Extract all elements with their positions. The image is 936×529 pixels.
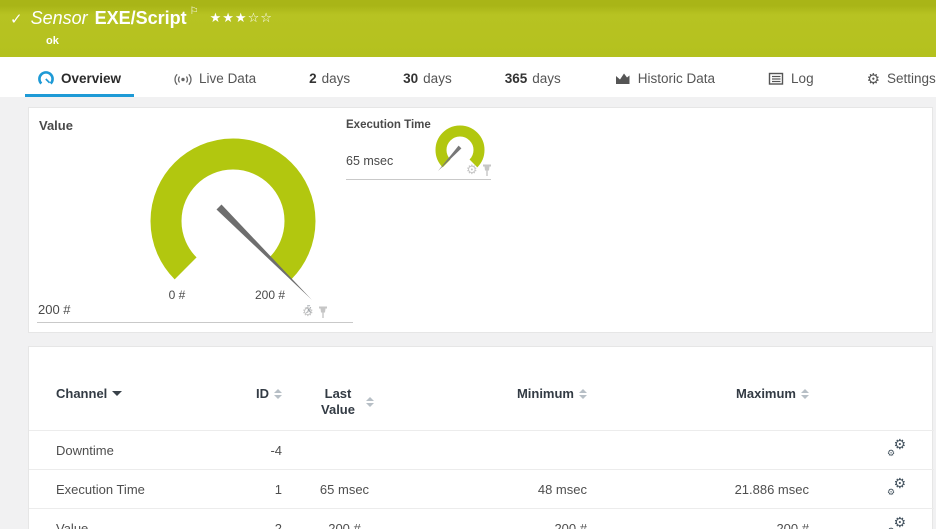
live-data-icon [174,71,192,87]
channel-name: Execution Time [29,469,234,510]
execution-time-block-divider [346,179,491,180]
tab-label: Settings [887,71,936,86]
tab-label: days [321,71,351,86]
channel-id: 1 [234,469,282,510]
sensor-title-row: ✓ Sensor EXE/Script ⚐ ★★★☆☆ [8,6,936,29]
tab-label: Log [791,71,814,86]
tab-label: Historic Data [637,71,716,86]
gauges-panel: Value x̄ 0 # 200 # 200 # ⚙ Execution Tim… [28,107,933,333]
status-check-icon: ✓ [10,10,23,28]
tab-number: 2 [309,71,317,86]
tab-bar: Overview Live Data 2 days 30 days 365 da… [0,57,936,97]
channel-maximum: 21.886 msec [587,469,809,510]
channel-name: Value [29,508,234,529]
sort-icon [274,388,282,399]
gauge-icon [38,70,54,87]
table-header-row: Channel ID Last Value Minimum Maximum [29,347,934,432]
tab-2-days[interactable]: 2 days [296,63,363,97]
column-header-actions [809,347,934,432]
tab-historic-data[interactable]: Historic Data [601,63,728,97]
channels-panel: Channel ID Last Value Minimum Maximum Do… [28,346,934,529]
tab-label: Live Data [199,71,257,86]
content-area: Value x̄ 0 # 200 # 200 # ⚙ Execution Tim… [0,97,936,529]
value-block-divider [37,322,353,323]
channel-id: 2 [234,508,282,529]
table-row: Value 2 200 # 200 # 200 # ⚙ ⚙ [29,508,934,529]
channel-id: -4 [234,430,282,471]
tab-label: days [423,71,452,86]
sort-icon [366,396,374,407]
log-icon [768,71,784,86]
sort-desc-icon [112,391,123,396]
value-gauge-controls: ⚙ [302,305,328,320]
channel-name: Downtime [29,430,234,471]
channel-last-value: 200 # [282,508,407,529]
channel-minimum [407,430,587,471]
column-label: Channel [56,386,108,401]
value-gauge: x̄ [150,138,316,314]
priority-stars[interactable]: ★★★☆☆ [210,11,273,26]
table-row: Downtime -4 ⚙ ⚙ [29,430,934,471]
column-header-id[interactable]: ID [234,347,282,432]
channel-last-value: 65 msec [282,469,407,510]
flag-icon: ⚐ [189,6,199,17]
channel-minimum: 200 # [407,508,587,529]
sensor-header: ✓ Sensor EXE/Script ⚐ ★★★☆☆ ok [0,0,936,57]
execution-time-gauge-title: Execution Time [346,119,431,131]
page-title: EXE/Script [94,8,187,28]
sort-icon [801,388,809,399]
tab-number: 30 [403,71,419,86]
tab-number: 365 [504,71,528,86]
pin-icon[interactable] [482,164,492,177]
tab-365-days[interactable]: 365 days [492,63,574,97]
value-gauge-max-label: 200 # [254,288,286,302]
channel-maximum [587,430,809,471]
execution-time-gauge-controls: ⚙ [466,163,492,178]
column-header-minimum[interactable]: Minimum [407,347,587,432]
column-header-channel[interactable]: Channel [29,347,234,432]
channels-table: Channel ID Last Value Minimum Maximum Do… [29,347,934,529]
tab-label: days [532,71,561,86]
edit-channel-gears-icon[interactable]: ⚙ ⚙ [887,476,906,498]
value-current-reading: 200 # [38,302,71,317]
gear-icon: ⚙ [866,69,881,88]
table-row: Execution Time 1 65 msec 48 msec 21.886 … [29,469,934,510]
channel-last-value [282,430,407,471]
column-label: ID [256,386,269,401]
gear-icon[interactable]: ⚙ [302,305,314,320]
tab-log[interactable]: Log [755,63,827,97]
column-label: Last Value [321,386,355,417]
tab-label: Overview [61,71,122,86]
edit-channel-gears-icon[interactable]: ⚙ ⚙ [887,437,906,459]
channel-minimum: 48 msec [407,469,587,510]
column-label: Maximum [736,386,796,401]
tab-live-data[interactable]: Live Data [161,63,269,97]
column-label: Minimum [516,386,574,401]
column-header-last-value[interactable]: Last Value [282,347,407,432]
tab-settings[interactable]: ⚙ Settings [854,63,936,97]
value-gauge-min-label: 0 # [168,288,186,302]
sort-icon [579,388,587,399]
tab-overview[interactable]: Overview [25,63,135,97]
pin-icon[interactable] [318,306,328,319]
value-gauge-title: Value [39,118,73,133]
tab-30-days[interactable]: 30 days [390,63,465,97]
historic-data-icon [614,71,631,86]
column-header-maximum[interactable]: Maximum [587,347,809,432]
channel-maximum: 200 # [587,508,809,529]
edit-channel-gears-icon[interactable]: ⚙ ⚙ [887,515,906,529]
execution-time-current-reading: 65 msec [346,154,394,168]
sensor-type-prefix: Sensor [30,8,88,28]
gear-icon[interactable]: ⚙ [466,163,478,178]
status-badge: ok [46,35,59,47]
